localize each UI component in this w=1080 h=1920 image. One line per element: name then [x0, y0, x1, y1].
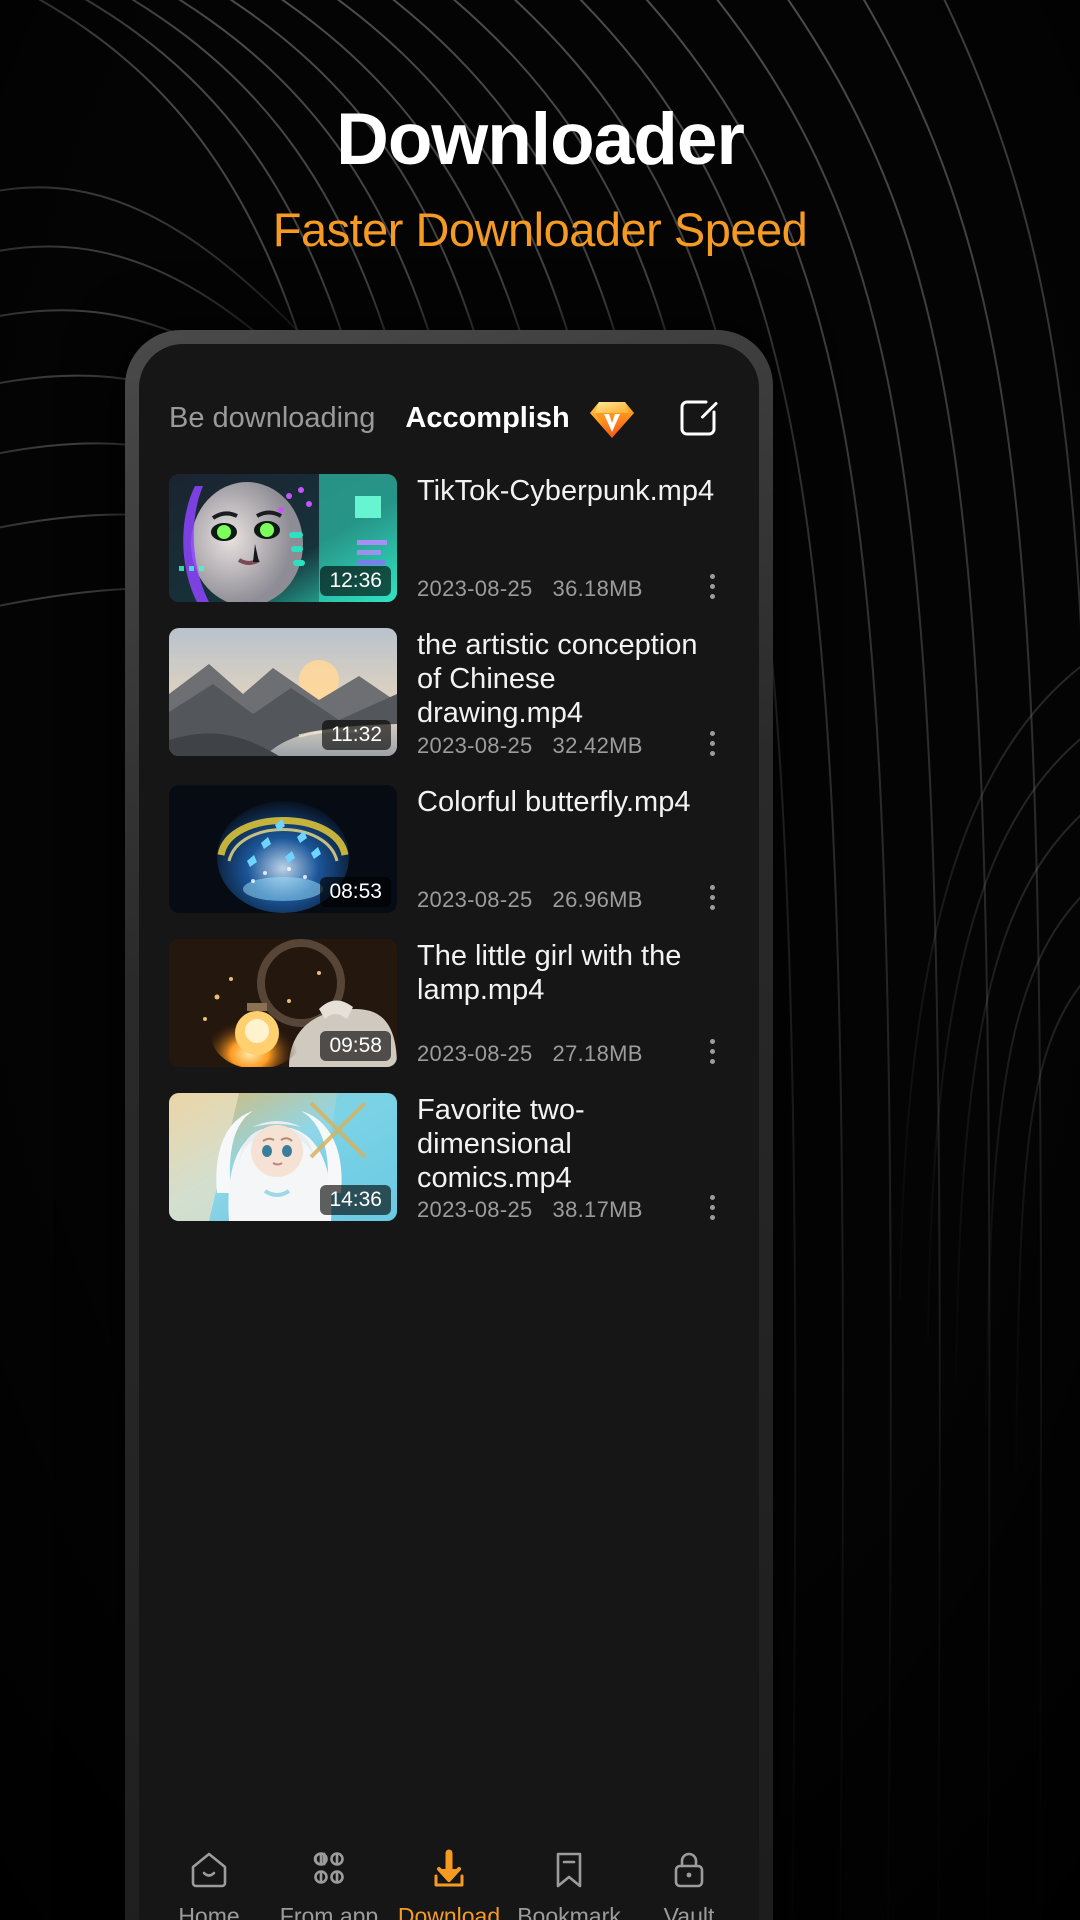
row-meta: 2023-08-25 38.17MB — [417, 1195, 729, 1223]
row-body: TikTok-Cyberpunk.mp4 2023-08-25 36.18MB — [397, 474, 729, 602]
file-name: The little girl with the lamp.mp4 — [417, 939, 682, 1006]
nav-label: Home — [178, 1903, 240, 1920]
file-meta: 2023-08-25 26.96MB — [417, 887, 643, 913]
table-row[interactable]: 12:36 TikTok-Cyberpunk.mp4 2023-08-25 36.… — [169, 462, 729, 616]
page-subtitle: Faster Downloader Speed — [272, 203, 808, 257]
edit-square-icon[interactable] — [677, 396, 721, 440]
file-name: TikTok-Cyberpunk.mp4 — [417, 475, 715, 507]
duration-badge: 08:53 — [320, 876, 391, 907]
file-meta: 2023-08-25 38.17MB — [417, 1197, 643, 1223]
vip-diamond-icon[interactable] — [589, 396, 635, 440]
row-meta: 2023-08-25 27.18MB — [417, 1038, 729, 1067]
phone-screen: Be downloading Accomplish 12:36 TikTok-C… — [139, 344, 759, 1920]
row-body: Colorful butterfly.mp4 2023-08-25 26.96MB — [397, 785, 729, 913]
table-row[interactable]: 08:53 Colorful butterfly.mp4 2023-08-25 2… — [169, 773, 729, 927]
file-size: 27.18MB — [552, 1040, 643, 1066]
row-meta: 2023-08-25 36.18MB — [417, 574, 729, 602]
file-name: Favorite two-dimensional comics.mp4 — [417, 1093, 585, 1195]
hero-block: Downloader Faster Downloader Speed — [0, 99, 1080, 257]
page-title: Downloader — [336, 99, 745, 180]
nav-item-from-app[interactable]: From app — [269, 1849, 389, 1920]
tab-be-downloading[interactable]: Be downloading — [169, 402, 375, 435]
row-meta: 2023-08-25 32.42MB — [417, 730, 729, 759]
nav-label: Bookmark — [517, 1903, 621, 1920]
file-size: 26.96MB — [552, 886, 643, 912]
file-size: 38.17MB — [552, 1197, 643, 1223]
app-header: Be downloading Accomplish — [139, 344, 759, 462]
video-thumbnail[interactable]: 08:53 — [169, 784, 397, 913]
video-thumbnail[interactable]: 14:36 — [169, 1092, 397, 1221]
file-name: the artistic conception of Chinese drawi… — [417, 629, 698, 730]
duration-badge: 14:36 — [320, 1184, 391, 1215]
video-thumbnail[interactable]: 12:36 — [169, 474, 397, 602]
file-meta: 2023-08-25 36.18MB — [417, 576, 643, 602]
file-date: 2023-08-25 — [417, 1197, 533, 1223]
nav-item-download[interactable]: Download — [389, 1849, 509, 1920]
table-row[interactable]: 14:36 Favorite two-dimensional comics.mp… — [169, 1081, 729, 1238]
file-date: 2023-08-25 — [417, 576, 533, 601]
nav-item-bookmark[interactable]: Bookmark — [509, 1849, 629, 1920]
row-body: the artistic conception of Chinese drawi… — [397, 628, 729, 759]
file-meta: 2023-08-25 27.18MB — [417, 1041, 643, 1067]
more-options-icon[interactable] — [695, 574, 729, 602]
bookmark-icon — [548, 1849, 590, 1891]
file-date: 2023-08-25 — [417, 886, 533, 912]
more-options-icon[interactable] — [695, 1038, 729, 1067]
nav-item-vault[interactable]: Vault — [629, 1849, 749, 1920]
file-meta: 2023-08-25 32.42MB — [417, 733, 643, 759]
bottom-navigation: Home From app Download Bookmark Vault — [139, 1827, 759, 1920]
table-row[interactable]: 09:58 The little girl with the lamp.mp4 … — [169, 927, 729, 1081]
table-row[interactable]: 11:32 the artistic conception of Chinese… — [169, 616, 729, 773]
more-options-icon[interactable] — [695, 884, 729, 913]
nav-label: Vault — [663, 1903, 715, 1920]
file-size: 32.42MB — [552, 732, 643, 758]
file-date: 2023-08-25 — [417, 732, 533, 758]
download-list: 12:36 TikTok-Cyberpunk.mp4 2023-08-25 36.… — [139, 462, 759, 1237]
duration-badge: 09:58 — [320, 1030, 391, 1061]
tab-accomplish[interactable]: Accomplish — [405, 402, 569, 435]
home-icon — [188, 1849, 230, 1891]
file-size: 36.18MB — [552, 576, 643, 601]
grid-apps-icon — [308, 1849, 350, 1891]
more-options-icon[interactable] — [695, 1195, 729, 1223]
download-icon — [428, 1849, 470, 1891]
row-meta: 2023-08-25 26.96MB — [417, 884, 729, 913]
video-thumbnail[interactable]: 09:58 — [169, 938, 397, 1067]
nav-label: From app — [279, 1903, 379, 1920]
duration-badge: 12:36 — [320, 565, 391, 596]
file-name: Colorful butterfly.mp4 — [417, 785, 691, 818]
row-body: Favorite two-dimensional comics.mp4 2023… — [397, 1093, 729, 1224]
nav-item-home[interactable]: Home — [149, 1849, 269, 1920]
video-thumbnail[interactable]: 11:32 — [169, 628, 397, 756]
row-body: The little girl with the lamp.mp4 2023-0… — [397, 939, 729, 1067]
phone-mockup-frame: Be downloading Accomplish 12:36 TikTok-C… — [125, 330, 773, 1920]
lock-icon — [668, 1849, 710, 1891]
duration-badge: 11:32 — [322, 719, 391, 750]
more-options-icon[interactable] — [695, 730, 729, 759]
nav-label: Download — [397, 1903, 501, 1920]
file-date: 2023-08-25 — [417, 1040, 533, 1066]
